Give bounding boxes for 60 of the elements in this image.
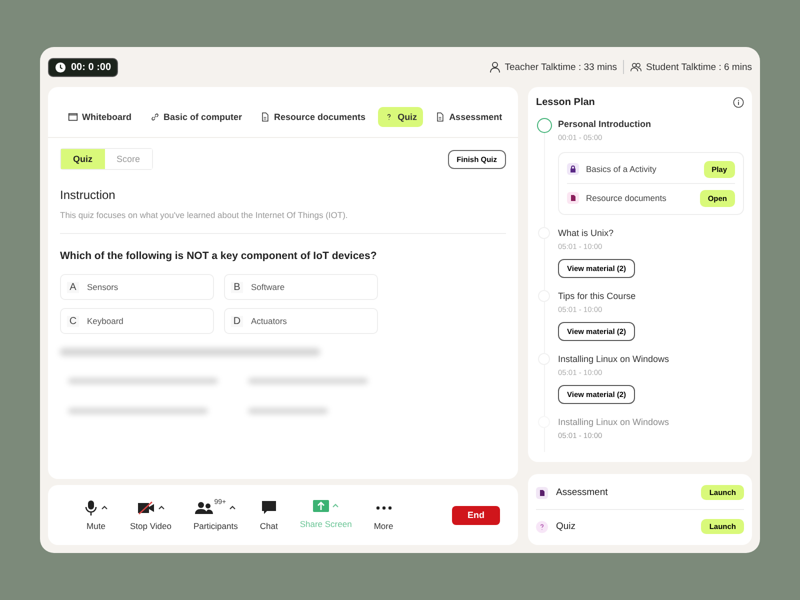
caret-icon[interactable] xyxy=(158,505,165,510)
activity-label: Resource documents xyxy=(586,193,668,203)
document-icon xyxy=(567,192,579,204)
video-off-icon xyxy=(136,500,155,514)
tab[interactable]: Assessment xyxy=(429,107,508,127)
toolbar-button[interactable]: Mute xyxy=(80,500,112,530)
answer-option[interactable]: D Actuators xyxy=(224,308,378,334)
instruction-title: Instruction xyxy=(60,188,116,202)
clock-icon xyxy=(55,62,66,72)
talktime-label: Student Talktime : 6 mins xyxy=(646,62,752,72)
option-text: Keyboard xyxy=(87,316,124,326)
activity-label: Basics of a Activity xyxy=(586,164,658,174)
tab[interactable]: Resource documents xyxy=(254,107,372,127)
share-screen-icon xyxy=(312,500,329,512)
group-icon xyxy=(630,61,642,73)
subtab[interactable]: Quiz xyxy=(61,149,104,169)
tab[interactable]: Basic of computer xyxy=(144,107,248,127)
microphone-icon xyxy=(84,500,98,516)
lesson-plan-title: Lesson Plan xyxy=(536,97,595,108)
participants-icon xyxy=(195,500,214,514)
info-icon[interactable] xyxy=(733,97,744,108)
timer: 00: 0 :00 xyxy=(48,58,118,76)
lesson-title: What is Unix? xyxy=(558,227,615,238)
caret-icon[interactable] xyxy=(101,505,108,510)
lesson-title: Tips for this Course xyxy=(558,290,637,301)
tab[interactable]: Quiz xyxy=(378,107,424,127)
talktime-label: Teacher Talktime : 33 mins xyxy=(504,62,618,72)
option-letter: D xyxy=(231,316,243,326)
launcher-label: Assessment xyxy=(556,487,609,498)
option-text: Actuators xyxy=(251,316,287,326)
toolbar-button[interactable]: Stop Video xyxy=(126,500,176,530)
toolbar-button[interactable]: More xyxy=(370,500,398,530)
document-icon xyxy=(435,112,446,122)
answer-option[interactable]: B Software xyxy=(224,274,378,300)
option-letter: C xyxy=(67,316,79,326)
more-icon xyxy=(376,506,392,510)
lock-icon xyxy=(567,163,579,175)
document-icon xyxy=(536,486,548,498)
option-text: Sensors xyxy=(87,282,118,292)
answer-option[interactable]: A Sensors xyxy=(60,274,214,300)
toolbar-button[interactable]: Chat xyxy=(256,500,282,530)
option-text: Software xyxy=(251,282,285,292)
link-icon xyxy=(150,112,160,122)
lesson-title: Personal Introduction xyxy=(558,118,652,129)
instruction-text: This quiz focuses on what you've learned about the Internet Of Things (IOT). xyxy=(60,210,349,220)
answer-option[interactable]: C Keyboard xyxy=(60,308,214,334)
lesson-title: Installing Linux on Windows xyxy=(558,416,670,427)
tab[interactable]: Whiteboard xyxy=(62,107,138,127)
document-icon xyxy=(260,112,270,122)
launcher-label: Quiz xyxy=(556,521,577,532)
caret-icon[interactable] xyxy=(229,505,236,510)
lesson-title: Installing Linux on Windows xyxy=(558,353,670,364)
option-letter: A xyxy=(67,282,79,292)
chat-icon xyxy=(260,500,277,515)
end-call-button[interactable]: End xyxy=(452,506,500,524)
question-text: Which of the following is NOT a key component of IoT devices? xyxy=(60,250,378,262)
question-icon xyxy=(536,520,548,532)
window-icon xyxy=(68,112,78,122)
option-letter: B xyxy=(231,282,243,292)
person-icon xyxy=(488,61,501,73)
